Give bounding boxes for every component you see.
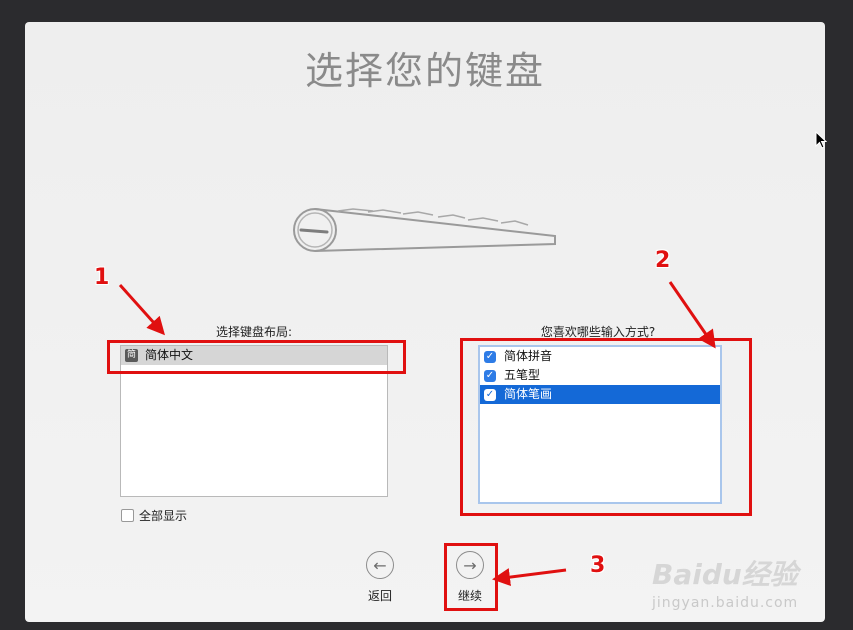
annotation-arrows	[118, 281, 716, 587]
watermark-brand: Baidu经验	[652, 558, 798, 591]
watermark: Baidu经验 jingyan.baidu.com	[652, 553, 798, 611]
arrow-1-icon	[118, 283, 166, 336]
arrow-2-icon	[668, 281, 716, 349]
watermark-url: jingyan.baidu.com	[652, 595, 799, 611]
arrow-3-icon	[492, 568, 567, 587]
